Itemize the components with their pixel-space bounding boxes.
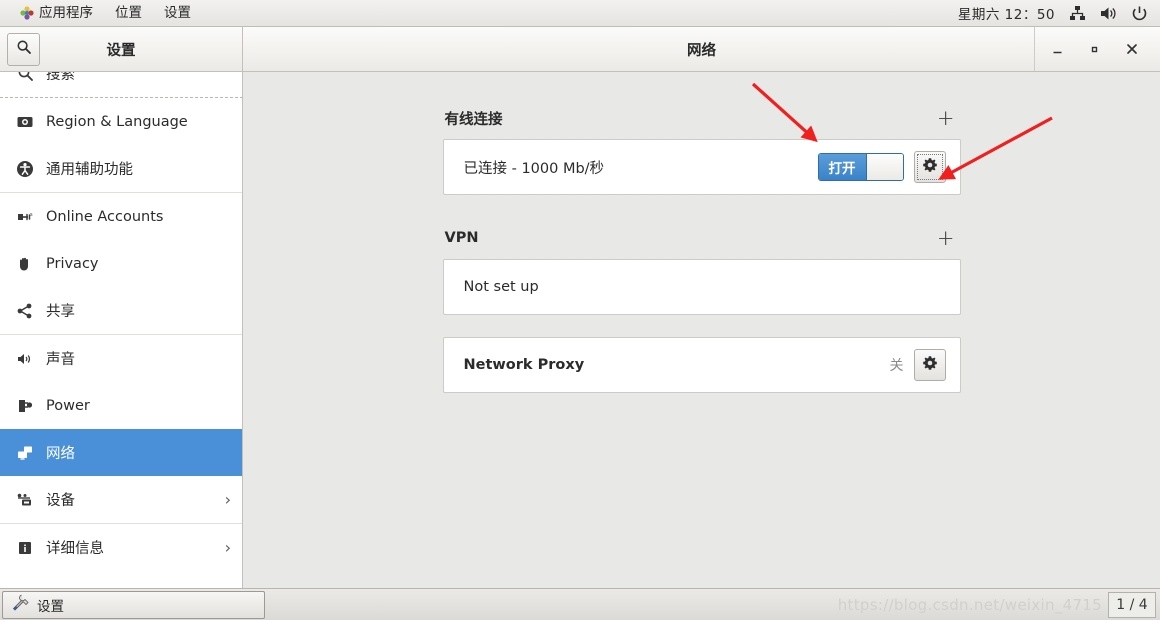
menu-settings-label: 设置: [164, 4, 191, 21]
vpn-section-title: VPN: [444, 230, 479, 246]
network-settings-content: 有线连接 + 已连接 - 1000 Mb/秒 打开 VPN + Not set …: [243, 72, 1160, 589]
sidebar-item-label: 详细信息: [46, 541, 104, 557]
sidebar-item-label: Privacy: [46, 255, 99, 272]
sidebar-item-online-accounts[interactable]: s Online Accounts: [0, 193, 242, 240]
window-headerbar: 设置 网络: [0, 27, 1160, 72]
sidebar-item-sound[interactable]: 声音: [0, 335, 242, 382]
taskbar-item-settings[interactable]: 设置: [2, 590, 265, 619]
accessibility-icon: [12, 159, 38, 179]
online-accounts-icon: s: [12, 207, 38, 227]
wired-section-header: 有线连接 +: [443, 105, 961, 131]
menu-applications[interactable]: 应用程序: [8, 2, 104, 25]
privacy-hand-icon: [12, 254, 38, 274]
proxy-settings-button[interactable]: [913, 349, 946, 381]
sidebar-item-accessibility[interactable]: 通用辅助功能: [0, 145, 242, 192]
wired-toggle-on-label: 打开: [818, 154, 866, 180]
sidebar-item-network[interactable]: 网络: [0, 429, 242, 476]
wired-card: 已连接 - 1000 Mb/秒 打开: [442, 139, 961, 195]
workspace-indicator[interactable]: 1 / 4: [1108, 591, 1156, 618]
proxy-row[interactable]: Network Proxy 关: [444, 338, 960, 392]
sidebar-item-label: Power: [46, 397, 90, 414]
gear-icon: [922, 157, 938, 177]
vpn-section-header: VPN +: [443, 225, 961, 251]
chevron-right-icon: ›: [224, 537, 231, 557]
top-panel-menus: 应用程序 位置 设置: [0, 2, 202, 25]
sidebar-item-label: Online Accounts: [46, 208, 164, 225]
chevron-right-icon: ›: [224, 489, 231, 509]
desktop-screen: 应用程序 位置 设置 星期六 12：50 设置 网络 搜索 Region & L…: [0, 0, 1160, 620]
workspace-label: 1 / 4: [1116, 596, 1148, 613]
settings-window: 设置 网络 搜索 Region & Language 通用辅助功能 s Onli…: [0, 27, 1160, 589]
sidebar-item-privacy[interactable]: Privacy: [0, 240, 242, 287]
sidebar-item-label: 通用辅助功能: [46, 162, 133, 178]
power-icon[interactable]: [1131, 5, 1148, 22]
wired-status-label: 已连接 - 1000 Mb/秒: [463, 160, 605, 177]
sidebar-item-devices[interactable]: 设备 ›: [0, 476, 242, 523]
menu-places-label: 位置: [115, 4, 142, 21]
close-button[interactable]: [1113, 27, 1150, 71]
network-tree-icon[interactable]: [1069, 5, 1086, 22]
top-panel: 应用程序 位置 设置 星期六 12：50: [0, 0, 1160, 27]
search-icon: [12, 72, 38, 84]
sidebar-item-power[interactable]: Power: [0, 382, 242, 429]
add-vpn-button[interactable]: +: [933, 227, 959, 249]
details-info-icon: [12, 538, 38, 558]
add-wired-button[interactable]: +: [933, 107, 959, 129]
tools-icon: [11, 593, 30, 616]
vpn-status-label: Not set up: [463, 279, 539, 295]
devices-icon: [12, 490, 38, 510]
wired-row[interactable]: 已连接 - 1000 Mb/秒 打开: [444, 140, 960, 194]
sidebar-item-details[interactable]: 详细信息 ›: [0, 524, 242, 571]
sharing-icon: [12, 301, 38, 321]
proxy-card: Network Proxy 关: [442, 337, 961, 393]
volume-icon[interactable]: [1100, 5, 1117, 22]
sidebar-item-label: 共享: [46, 304, 75, 320]
maximize-button[interactable]: [1076, 27, 1113, 71]
proxy-state-label: 关: [889, 358, 904, 374]
window-body: 搜索 Region & Language 通用辅助功能 s Online Acc…: [0, 72, 1160, 589]
sidebar-item-label: Region & Language: [46, 113, 188, 130]
sound-icon: [12, 349, 38, 369]
window-title-area: 网络: [243, 27, 1160, 71]
sidebar-item-label: 网络: [46, 446, 75, 462]
taskbar-item-label: 设置: [37, 598, 64, 615]
applications-icon: [19, 5, 35, 21]
gear-icon: [922, 355, 938, 375]
sidebar-item-region-language[interactable]: Region & Language: [0, 98, 242, 145]
power-plug-icon: [12, 396, 38, 416]
search-button[interactable]: [7, 32, 40, 66]
window-controls: [1034, 27, 1160, 71]
wired-toggle-knob: [865, 154, 903, 180]
sidebar-item-label: 声音: [46, 352, 75, 368]
search-icon: [16, 39, 32, 59]
minimize-button[interactable]: [1039, 27, 1076, 71]
menu-applications-label: 应用程序: [39, 4, 93, 21]
svg-text:s: s: [30, 212, 33, 218]
sidebar-item-label: 搜索: [46, 72, 75, 83]
sidebar-item-sharing[interactable]: 共享: [0, 287, 242, 334]
menu-settings[interactable]: 设置: [153, 2, 202, 25]
sidebar-item-search[interactable]: 搜索: [0, 72, 242, 97]
wired-toggle-switch[interactable]: 打开: [817, 153, 904, 181]
menu-places[interactable]: 位置: [104, 2, 153, 25]
wired-section-title: 有线连接: [444, 111, 503, 128]
sidebar[interactable]: 搜索 Region & Language 通用辅助功能 s Online Acc…: [0, 72, 243, 589]
network-icon: [12, 443, 38, 463]
top-panel-tray: 星期六 12：50: [958, 3, 1160, 23]
sidebar-item-label: 设备: [46, 493, 75, 509]
watermark-text: https://blog.csdn.net/weixin_4715: [837, 595, 1102, 614]
wired-settings-button[interactable]: [913, 151, 946, 183]
proxy-label: Network Proxy: [463, 357, 585, 373]
settings-panel: 有线连接 + 已连接 - 1000 Mb/秒 打开 VPN + Not set …: [442, 72, 961, 393]
vpn-row[interactable]: Not set up: [444, 260, 960, 314]
sidebar-header: 设置: [0, 27, 243, 71]
wired-row-controls: 打开: [817, 151, 946, 183]
taskbar: 设置 https://blog.csdn.net/weixin_4715 1 /…: [0, 588, 1160, 620]
proxy-row-controls: 关: [890, 349, 946, 381]
vpn-card: Not set up: [442, 259, 961, 315]
region-language-icon: [12, 112, 38, 132]
clock[interactable]: 星期六 12：50: [958, 3, 1055, 23]
page-title: 网络: [687, 42, 716, 59]
